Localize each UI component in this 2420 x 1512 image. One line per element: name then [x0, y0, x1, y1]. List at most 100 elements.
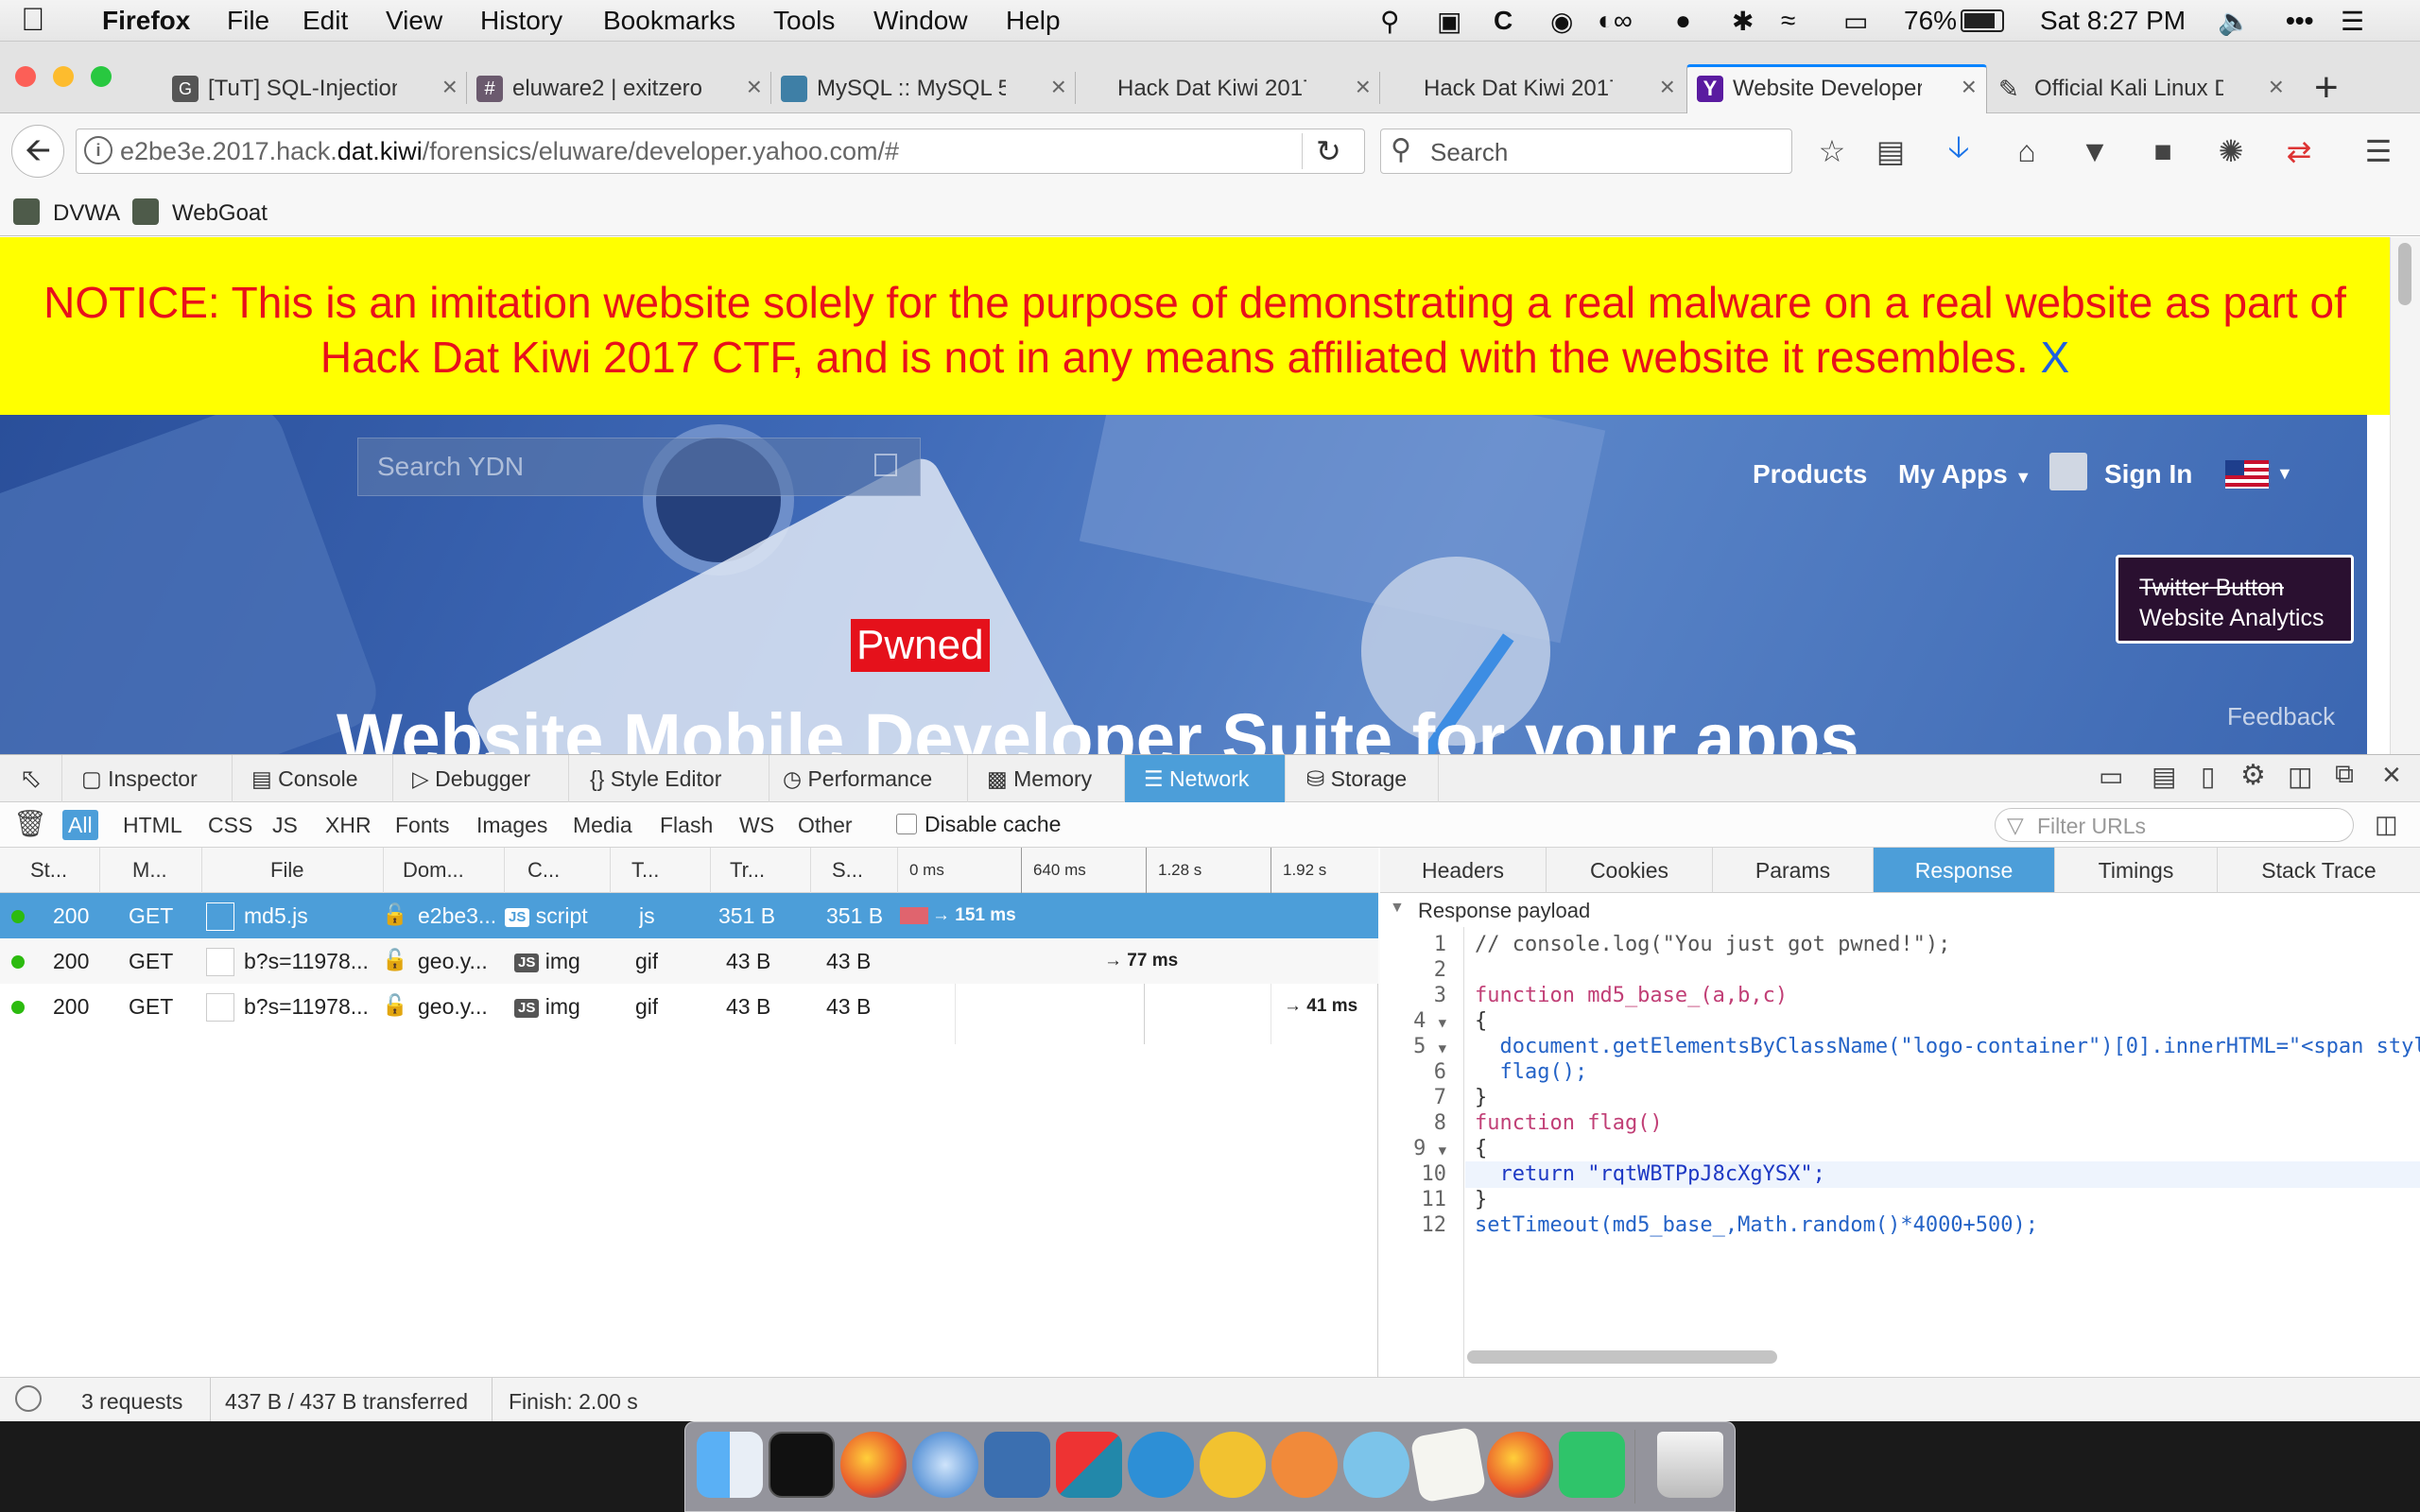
close-tab-icon[interactable]: ×	[1660, 72, 1675, 102]
filter-css[interactable]: CSS	[202, 810, 258, 840]
c-app-icon[interactable]: C	[1494, 6, 1512, 36]
filter-all[interactable]: All	[62, 810, 98, 840]
bluetooth-icon[interactable]: ✱	[1732, 6, 1754, 37]
app-menu-firefox[interactable]: Firefox	[102, 6, 190, 36]
screenshot-icon[interactable]: ▣	[1437, 6, 1461, 37]
column-status[interactable]: St...	[0, 848, 100, 893]
filter-other[interactable]: Other	[792, 810, 858, 840]
tweetbot-icon[interactable]	[1343, 1432, 1409, 1498]
menu-tools[interactable]: Tools	[773, 6, 835, 36]
split-console-icon[interactable]: ▤	[2152, 761, 2176, 792]
settings-gear-icon[interactable]: ⚙	[2240, 759, 2266, 792]
tab-cookies[interactable]: Cookies	[1547, 848, 1713, 893]
tab-timings[interactable]: Timings	[2055, 848, 2218, 893]
filter-urls-input[interactable]: ▽ Filter URLs	[1995, 808, 2354, 842]
tab-hack-dat-kiwi-1[interactable]: Hack Dat Kiwi 2017 ×	[1076, 64, 1380, 113]
firefox-dev-icon[interactable]	[1487, 1432, 1553, 1498]
clear-trash-icon[interactable]: 🗑	[13, 808, 47, 839]
device-icon[interactable]: ▯	[2201, 761, 2215, 792]
cyberduck-icon[interactable]	[1200, 1432, 1266, 1498]
column-size[interactable]: S...	[811, 848, 898, 893]
zoom-window-button[interactable]	[91, 66, 112, 87]
textedit-icon[interactable]	[1409, 1426, 1487, 1503]
popup-item-twitter-button[interactable]: Twitter Button	[2139, 573, 2351, 603]
column-file[interactable]: File	[202, 848, 384, 893]
tab-sql-injection[interactable]: G [TuT] SQL-Injection ×	[163, 64, 467, 113]
docker-icon[interactable]	[1128, 1432, 1194, 1498]
url-text[interactable]: e2be3e.2017.hack.dat.kiwi/forensics/eluw…	[120, 137, 899, 166]
close-devtools-icon[interactable]: ×	[2382, 757, 2401, 794]
tool-storage[interactable]: ⛁ Storage	[1286, 755, 1439, 802]
notice-close-button[interactable]: X	[2040, 333, 2069, 382]
apple-menu-icon[interactable]: 	[21, 2, 45, 39]
home-icon[interactable]: ⌂	[2006, 130, 2048, 172]
filter-xhr[interactable]: XHR	[320, 810, 377, 840]
menu-history[interactable]: History	[480, 6, 562, 36]
parallels-icon[interactable]	[1056, 1432, 1122, 1498]
nav-sign-in[interactable]: Sign In	[2104, 459, 2192, 490]
evernote-icon[interactable]: ■	[2142, 130, 2184, 172]
tool-memory[interactable]: ▩ Memory	[968, 755, 1125, 802]
horizontal-scrollbar[interactable]	[1467, 1350, 1777, 1364]
reload-icon[interactable]: ↻	[1302, 133, 1341, 169]
tab-params[interactable]: Params	[1713, 848, 1874, 893]
minimize-window-button[interactable]	[53, 66, 74, 87]
downloads-icon[interactable]: 🡣	[1938, 129, 1979, 172]
tool-network[interactable]: ☰ Network	[1125, 755, 1286, 802]
ydn-search-input[interactable]: Search YDN	[357, 438, 921, 496]
menu-view[interactable]: View	[386, 6, 442, 36]
code-editor[interactable]: 1 2 3 4 ▼ 5 ▼ 6 7 8 9 ▼ 10 11 12 // cons…	[1380, 933, 2420, 1330]
tab-website-developer[interactable]: Y Website Developer ×	[1686, 64, 1987, 113]
popup-menu[interactable]: Twitter Button Website Analytics	[2116, 555, 2354, 644]
popup-item-website-analytics[interactable]: Website Analytics	[2139, 603, 2351, 633]
extension-icon[interactable]: ✺	[2210, 130, 2252, 172]
column-method[interactable]: M...	[100, 848, 202, 893]
filter-html[interactable]: HTML	[117, 810, 188, 840]
finder-icon[interactable]	[697, 1432, 763, 1498]
filter-ws[interactable]: WS	[734, 810, 780, 840]
url-bar[interactable]: i e2be3e.2017.hack.dat.kiwi/forensics/el…	[76, 129, 1365, 174]
scrollbar-thumb[interactable]	[2398, 243, 2411, 305]
tool-debugger[interactable]: ▷ Debugger	[393, 755, 569, 802]
filter-js[interactable]: JS	[267, 810, 303, 840]
tab-mysql[interactable]: MySQL :: MySQL 5.7 ×	[771, 64, 1076, 113]
feedback-button[interactable]: Feedback	[2227, 702, 2335, 731]
responsive-mode-icon[interactable]: ▭	[2099, 761, 2123, 792]
tab-stack-trace[interactable]: Stack Trace	[2218, 848, 2420, 893]
filter-fonts[interactable]: Fonts	[389, 810, 456, 840]
reading-list-icon[interactable]: ▤	[1870, 130, 1911, 172]
battery-icon[interactable]	[1961, 9, 2004, 32]
notification-center-icon[interactable]: ☰	[2341, 6, 2364, 37]
filter-flash[interactable]: Flash	[654, 810, 718, 840]
close-tab-icon[interactable]: ×	[442, 72, 458, 102]
tab-kali-linux[interactable]: ✎ Official Kali Linux Do ×	[1989, 64, 2293, 113]
sequel-pro-icon[interactable]	[1271, 1432, 1338, 1498]
element-picker-icon[interactable]: ⬁	[0, 755, 62, 802]
proxy-switch-icon[interactable]: ⇄	[2278, 130, 2320, 172]
filter-media[interactable]: Media	[567, 810, 638, 840]
close-tab-icon[interactable]: ×	[1051, 72, 1066, 102]
ydn-search-icon[interactable]	[874, 454, 897, 476]
close-tab-icon[interactable]: ×	[2269, 72, 2284, 102]
menu-help[interactable]: Help	[1006, 6, 1061, 36]
column-transferred[interactable]: Tr...	[711, 848, 811, 893]
infinity-icon[interactable]: ◐∞	[1598, 6, 1633, 36]
new-tab-icon[interactable]: +	[2314, 64, 2339, 112]
tab-response[interactable]: Response	[1874, 848, 2055, 893]
tool-inspector[interactable]: ▢ Inspector	[62, 755, 233, 802]
menu-edit[interactable]: Edit	[302, 6, 348, 36]
menu-bookmarks[interactable]: Bookmarks	[603, 6, 735, 36]
tab-headers[interactable]: Headers	[1380, 848, 1547, 893]
close-tab-icon[interactable]: ×	[1962, 72, 1977, 102]
firefox-icon[interactable]	[840, 1432, 907, 1498]
table-row[interactable]: 200 GET md5.js 🔓 e2be3... JS script js 3…	[0, 893, 1378, 938]
airplay-icon[interactable]: ▭	[1843, 6, 1868, 37]
spotlight-icon[interactable]: ⚲	[1380, 6, 1400, 37]
tool-style-editor[interactable]: {} Style Editor	[569, 755, 769, 802]
volume-icon[interactable]: 🔈	[2218, 6, 2251, 37]
pocket-icon[interactable]: ▼	[2074, 130, 2116, 172]
page-scrollbar[interactable]	[2390, 237, 2420, 754]
nav-products[interactable]: Products	[1753, 459, 1867, 490]
more-icon[interactable]: •••	[2286, 6, 2313, 36]
performance-analysis-icon[interactable]	[15, 1385, 42, 1412]
